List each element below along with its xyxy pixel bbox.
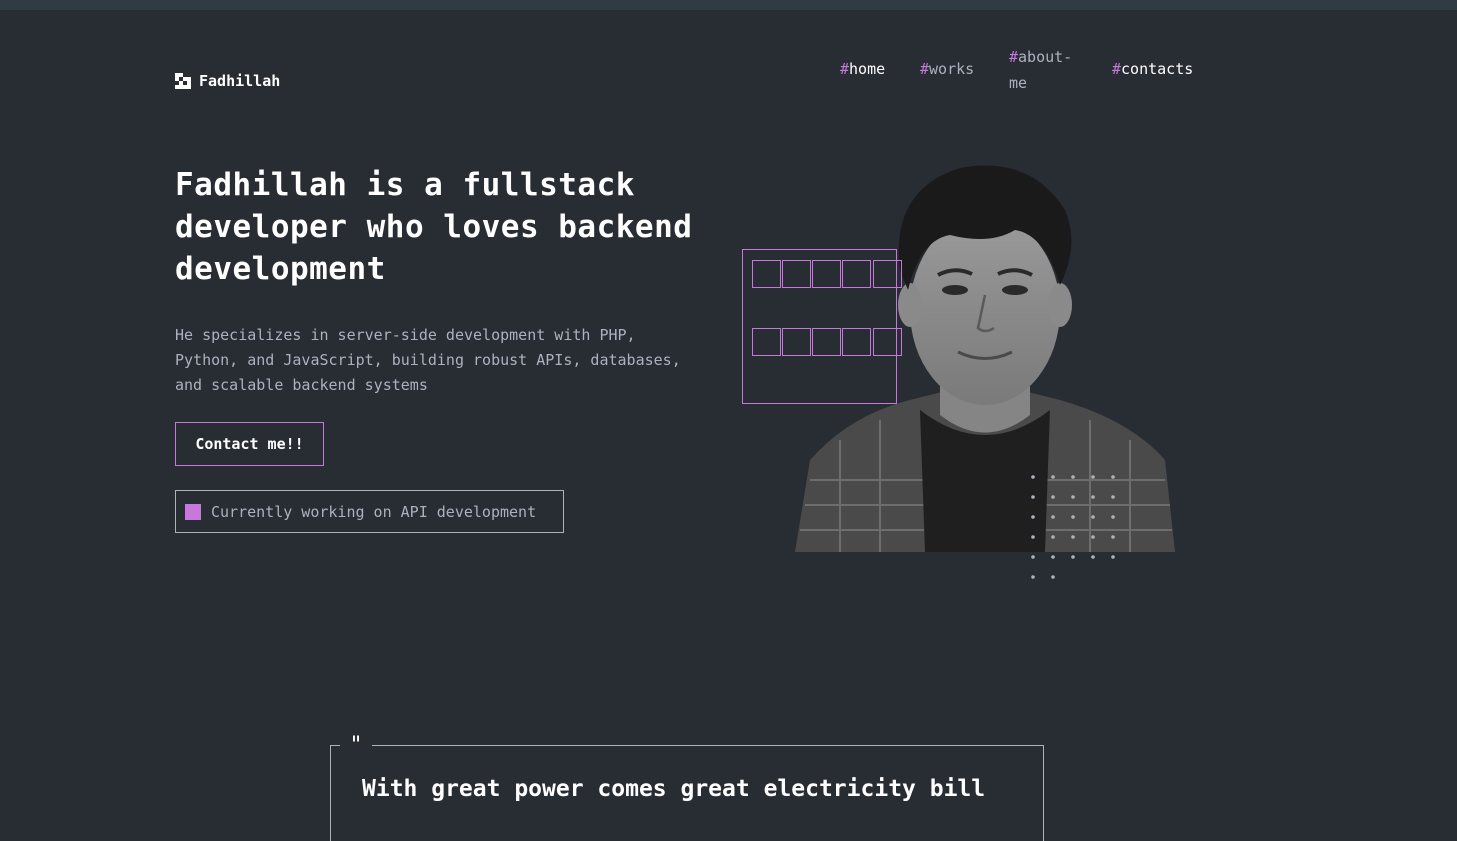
- quote-mark-icon: ": [340, 735, 372, 757]
- browser-top-bar: [0, 0, 1457, 10]
- hero-description: He specializes in server-side developmen…: [175, 326, 681, 394]
- site-logo[interactable]: Fadhillah: [175, 72, 280, 90]
- status-text: Currently working on API development: [211, 502, 537, 521]
- status-square-icon: [185, 503, 201, 520]
- contact-me-button[interactable]: Contact me!!: [175, 422, 324, 466]
- nav-item-contacts[interactable]: #contacts: [1112, 56, 1193, 82]
- logo-mark-icon: [175, 73, 191, 89]
- nav-item-works[interactable]: #works: [920, 56, 974, 82]
- quote-text: With great power comes great electricity…: [362, 776, 986, 802]
- status-badge: Currently working on API development: [175, 490, 564, 533]
- hero-title: Fadhillah is a fullstack developer who l…: [175, 167, 693, 287]
- nav-item-home[interactable]: #home: [840, 56, 885, 82]
- dots-pattern-icon: [1031, 475, 1115, 579]
- logo-text: Fadhillah: [199, 72, 281, 90]
- nav-item-about-me[interactable]: #about-me: [1009, 44, 1081, 96]
